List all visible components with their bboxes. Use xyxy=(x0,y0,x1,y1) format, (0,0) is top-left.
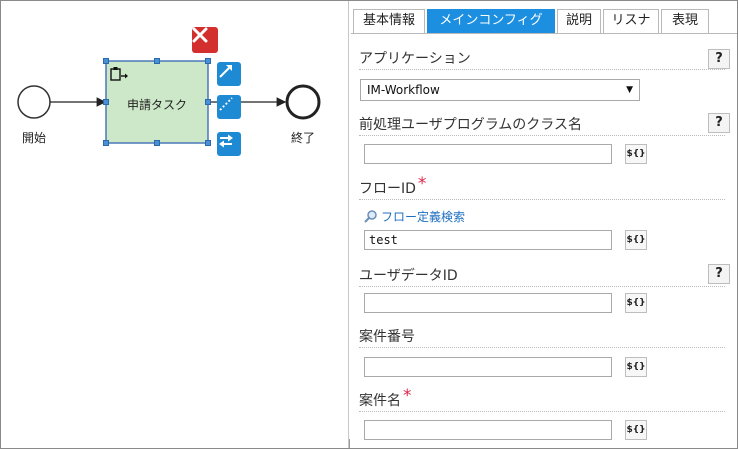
tab-listener[interactable]: リスナ xyxy=(603,9,659,33)
section-divider xyxy=(359,286,725,287)
diagram-svg xyxy=(17,60,321,144)
flow-id-label: フローID * xyxy=(359,174,427,197)
resize-handle-se[interactable] xyxy=(205,140,211,146)
end-event[interactable] xyxy=(285,84,321,120)
property-panel: 基本情報 メインコンフィグ 説明 リスナ 表現 アプリケーション ? IM-Wo… xyxy=(351,1,737,448)
change-type-button[interactable] xyxy=(217,132,241,156)
flow-id-input[interactable]: test xyxy=(364,230,612,250)
section-divider xyxy=(359,347,725,348)
matter-number-input[interactable] xyxy=(364,357,612,377)
matter-name-variable-button[interactable]: ${} xyxy=(625,420,647,440)
application-help-button[interactable]: ? xyxy=(708,49,730,69)
application-select[interactable]: IM-Workflow ▼ xyxy=(360,79,640,101)
section-divider xyxy=(359,135,725,136)
user-data-id-help-button[interactable]: ? xyxy=(708,264,730,284)
delete-button[interactable] xyxy=(192,27,218,53)
matter-number-label: 案件番号 xyxy=(359,329,415,345)
task-label: 申請タスク xyxy=(127,98,188,112)
tab-description[interactable]: 説明 xyxy=(557,9,601,33)
required-mark: * xyxy=(403,386,412,406)
close-icon xyxy=(192,27,208,43)
resize-handle-s[interactable] xyxy=(154,140,160,146)
end-event-label: 終了 xyxy=(291,131,316,145)
preprocess-variable-button[interactable]: ${} xyxy=(625,144,647,164)
matter-number-variable-button[interactable]: ${} xyxy=(625,357,647,377)
section-divider xyxy=(359,69,725,70)
matter-name-input[interactable] xyxy=(364,420,612,440)
pane-splitter[interactable] xyxy=(348,1,349,448)
flow-definition-search-link[interactable]: フロー定義検索 xyxy=(364,208,465,225)
user-data-id-input[interactable] xyxy=(364,293,612,313)
connect-flow-button[interactable] xyxy=(217,62,241,86)
tab-main-config[interactable]: メインコンフィグ xyxy=(427,9,555,33)
start-event[interactable] xyxy=(17,85,51,119)
arrow-up-right-icon xyxy=(219,65,232,78)
preprocess-help-button[interactable]: ? xyxy=(708,113,730,133)
section-divider xyxy=(359,199,725,200)
flow-id-variable-button[interactable]: ${} xyxy=(625,230,647,250)
process-canvas[interactable]: 開始 申請タスク 終了 xyxy=(1,1,348,448)
tab-basic-info[interactable]: 基本情報 xyxy=(353,9,425,33)
matter-name-label: 案件名 * xyxy=(359,386,412,409)
section-divider xyxy=(359,411,725,412)
magnifier-icon xyxy=(364,210,377,223)
chevron-down-icon: ▼ xyxy=(626,85,633,95)
user-data-id-label: ユーザデータID xyxy=(359,268,458,284)
start-event-label: 開始 xyxy=(22,131,47,145)
resize-handle-ne[interactable] xyxy=(205,58,211,64)
application-label: アプリケーション xyxy=(359,51,471,67)
application-selected-value: IM-Workflow xyxy=(367,83,440,97)
required-mark: * xyxy=(417,174,427,194)
user-data-id-variable-button[interactable]: ${} xyxy=(625,293,647,313)
preprocess-class-label: 前処理ユーザプログラムのクラス名 xyxy=(359,117,583,133)
resize-handle-w[interactable] xyxy=(103,99,109,105)
tab-bar: 基本情報 メインコンフィグ 説明 リスナ 表現 xyxy=(351,9,737,34)
resize-handle-sw[interactable] xyxy=(103,140,109,146)
tab-expression[interactable]: 表現 xyxy=(661,9,709,33)
resize-handle-n[interactable] xyxy=(154,58,160,64)
connect-association-button[interactable] xyxy=(217,95,241,119)
preprocess-class-input[interactable] xyxy=(364,144,612,164)
resize-handle-e[interactable] xyxy=(205,99,211,105)
swap-arrows-icon xyxy=(219,134,233,148)
resize-handle-nw[interactable] xyxy=(103,58,109,64)
editor-window: 開始 申請タスク 終了 基本情報 メインコンフィグ 説明 リスナ 表現 アプリケ… xyxy=(0,0,738,449)
dotted-line-icon xyxy=(219,97,233,111)
